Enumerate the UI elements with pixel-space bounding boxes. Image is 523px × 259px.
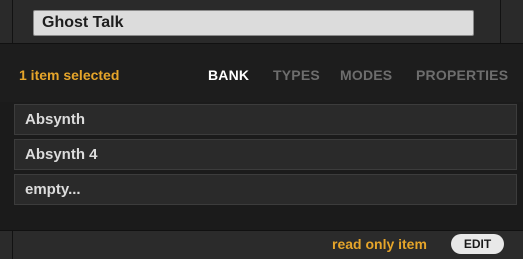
divider: [500, 0, 501, 43]
tab-bank[interactable]: BANK: [208, 67, 249, 83]
edit-button[interactable]: EDIT: [451, 234, 504, 254]
tab-properties[interactable]: PROPERTIES: [416, 67, 508, 83]
bank-list-item[interactable]: Absynth 4: [14, 139, 517, 170]
bank-list-item[interactable]: Absynth: [14, 104, 517, 135]
selection-count-label: 1 item selected: [19, 67, 120, 83]
divider: [12, 231, 13, 259]
divider: [12, 0, 13, 43]
tab-types[interactable]: TYPES: [273, 67, 320, 83]
status-bar: [0, 230, 523, 259]
tag-editor-panel: Ghost Talk 1 item selected BANK TYPES MO…: [0, 0, 523, 259]
read-only-status: read only item: [332, 236, 427, 252]
bank-list-item[interactable]: empty...: [14, 174, 517, 205]
tab-modes[interactable]: MODES: [340, 67, 392, 83]
name-field[interactable]: Ghost Talk: [33, 10, 474, 36]
